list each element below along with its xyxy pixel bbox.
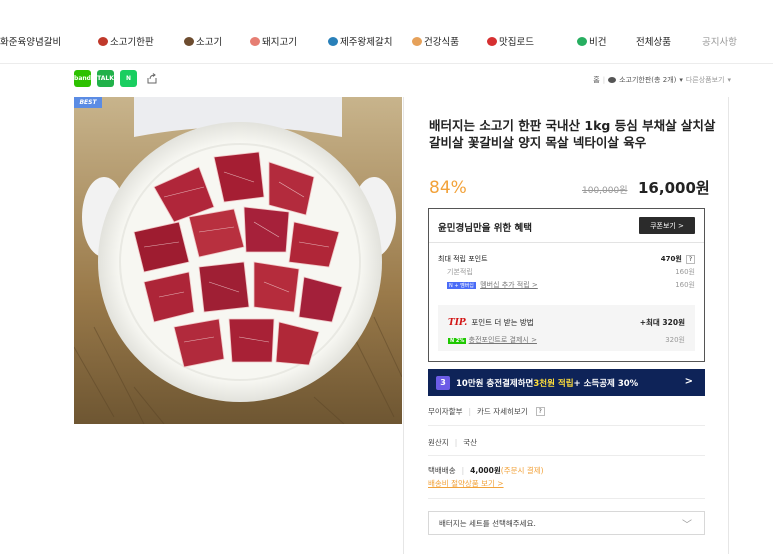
- membership-link[interactable]: 멤버십 추가 적립 >: [480, 281, 538, 289]
- sale-price: 16,000원: [638, 179, 710, 197]
- breadcrumb-category[interactable]: 소고기한판(총 2개): [619, 75, 676, 85]
- breadcrumb-home[interactable]: 홈: [593, 75, 599, 85]
- pin-icon: [487, 36, 497, 46]
- charge-points-value: 320원: [665, 336, 685, 344]
- installment-row: 무이자할부 | 카드 자세히보기 ?: [428, 406, 545, 417]
- benefit-box: 윤민경님만을 위한 혜택 쿠폰보기 > 최대 적립 포인트 470원 ? 기본적…: [428, 208, 705, 362]
- origin-value: 국산: [463, 438, 478, 447]
- nav-item-vegan[interactable]: 비건: [577, 34, 606, 48]
- cow-icon: [184, 36, 194, 46]
- basic-points-value: 160원: [675, 268, 695, 276]
- meat-icon: [608, 77, 617, 83]
- shipping-save-link[interactable]: 배송비 절약상품 보기 >: [428, 478, 504, 489]
- nav-item-label: 건강식품: [424, 37, 459, 48]
- nav-item-beef-platter[interactable]: 소고기한판: [98, 34, 154, 48]
- basic-points-row: 기본적립 160원: [438, 267, 695, 277]
- arm-icon: [412, 36, 422, 46]
- help-icon[interactable]: ?: [535, 407, 545, 416]
- coupon-button[interactable]: 쿠폰보기 >: [639, 217, 695, 234]
- nav-item-label: 돼지고기: [262, 37, 297, 48]
- product-image[interactable]: [74, 97, 402, 424]
- pig-icon: [250, 36, 260, 46]
- promo-number-icon: 3: [436, 375, 450, 390]
- max-points-value: 470원: [660, 255, 682, 263]
- tip-max-value: +최대 320원: [639, 318, 685, 327]
- basic-points-label: 기본적립: [447, 268, 473, 276]
- membership-badge: N + 멤버십: [447, 282, 476, 289]
- tip-text: 포인트 더 받는 방법: [471, 318, 534, 327]
- best-badge: BEST: [74, 97, 102, 108]
- card-details-link[interactable]: 카드 자세히보기: [477, 406, 528, 417]
- divider: [428, 455, 705, 456]
- divider: [428, 425, 705, 426]
- option-select-placeholder: 배터지는 세트를 선택해주세요.: [439, 518, 536, 528]
- breadcrumb-separator: |: [602, 76, 606, 84]
- origin-row: 원산지 | 국산: [428, 438, 478, 447]
- shipping-price: 4,000원: [470, 466, 501, 475]
- membership-points-value: 160원: [675, 281, 695, 289]
- nav-item-label: 소고기: [196, 37, 223, 48]
- membership-points-row: N + 멤버십 멤버십 추가 적립 > 160원: [438, 280, 695, 290]
- nav-item-restaurant-road[interactable]: 맛집로드: [487, 34, 534, 48]
- banner-highlight: 3천원 적립: [533, 378, 574, 389]
- banner-text-tail: + 소득공제 30%: [573, 378, 639, 389]
- nav-item-label: 맛집로드: [499, 37, 534, 48]
- other-products-dropdown[interactable]: 다른상품보기: [686, 75, 725, 85]
- chevron-down-icon: ﹀: [682, 520, 692, 531]
- nav-item-jeju-hairtail[interactable]: 제주왕제갈치: [328, 34, 392, 48]
- fish-icon: [328, 36, 338, 46]
- max-points-row: 최대 적립 포인트 470원 ?: [438, 254, 695, 264]
- max-points-label: 최대 적립 포인트: [438, 255, 488, 263]
- nav-item-label: 제주왕제갈치: [340, 37, 393, 48]
- charge-promo-banner[interactable]: 3 10만원 충전결제하면 3천원 적립 + 소득공제 30% >: [428, 369, 705, 396]
- nav-item-label: 화준육양념갈비: [0, 37, 62, 48]
- option-select[interactable]: 배터지는 세트를 선택해주세요. ﹀: [428, 511, 705, 535]
- shipping-note: (주문시 결제): [500, 466, 544, 475]
- nav-item-label: 소고기한판: [110, 37, 154, 48]
- share-bar: band TALK N: [74, 70, 160, 87]
- original-price: 100,000원: [582, 186, 628, 196]
- shipping-label: 택배배송: [428, 466, 456, 475]
- nav-item-notice[interactable]: 공지사항: [702, 34, 737, 48]
- nav-item-health-food[interactable]: 건강식품: [412, 34, 459, 48]
- chevron-down-icon: ▾: [679, 76, 683, 84]
- product-title: 배터지는 소고기 한판 국내산 1kg 등심 부채살 살치살 갈비살 꽃갈비살 …: [429, 118, 716, 150]
- shipping-row: 택배배송 | 4,000원(주문시 결제): [428, 466, 544, 475]
- discount-rate: 84%: [429, 178, 467, 198]
- tip-label: TIP.: [448, 318, 468, 328]
- share-icon[interactable]: [143, 70, 160, 87]
- charge-points-link[interactable]: 충전포인트로 결제시 >: [469, 336, 537, 344]
- talk-share-icon[interactable]: TALK: [97, 70, 114, 87]
- charge-badge: N 2%: [448, 338, 467, 344]
- veg-icon: [577, 36, 587, 46]
- chevron-down-icon: ▾: [727, 76, 731, 84]
- banner-text: 10만원 충전결제하면: [456, 378, 534, 389]
- top-navigation: 화준육양념갈비 소고기한판 소고기 돼지고기 제주왕제갈치 건강식품 맛집로드 …: [0, 0, 773, 64]
- benefit-header: 윤민경님만을 위한 혜택: [438, 223, 533, 234]
- help-icon[interactable]: ?: [686, 255, 695, 264]
- nav-item-label: 전체상품: [636, 37, 671, 48]
- origin-label: 원산지: [428, 438, 449, 447]
- installment-label: 무이자할부: [428, 407, 463, 416]
- nav-item-pork[interactable]: 돼지고기: [250, 34, 297, 48]
- meat-icon: [98, 36, 108, 46]
- nav-item-label: 비건: [589, 37, 607, 48]
- tip-box: TIP. 포인트 더 받는 방법 +최대 320원 N 2% 충전포인트로 결제…: [438, 305, 695, 351]
- chevron-right-icon: >: [684, 376, 693, 387]
- breadcrumb: 홈 | 소고기한판(총 2개) ▾ 다른상품보기 ▾: [593, 75, 731, 85]
- nav-item-label: 공지사항: [702, 37, 737, 48]
- divider: [429, 242, 704, 243]
- naver-bookmark-icon[interactable]: N: [120, 70, 137, 87]
- nav-item-all-products[interactable]: 전체상품: [636, 34, 671, 48]
- divider: [428, 498, 705, 499]
- nav-item-beef[interactable]: 소고기: [184, 34, 222, 48]
- product-info-panel: 배터지는 소고기 한판 국내산 1kg 등심 부채살 살치살 갈비살 꽃갈비살 …: [403, 97, 729, 554]
- nav-item-marinated-galbi[interactable]: 화준육양념갈비: [0, 34, 61, 48]
- band-share-icon[interactable]: band: [74, 70, 91, 87]
